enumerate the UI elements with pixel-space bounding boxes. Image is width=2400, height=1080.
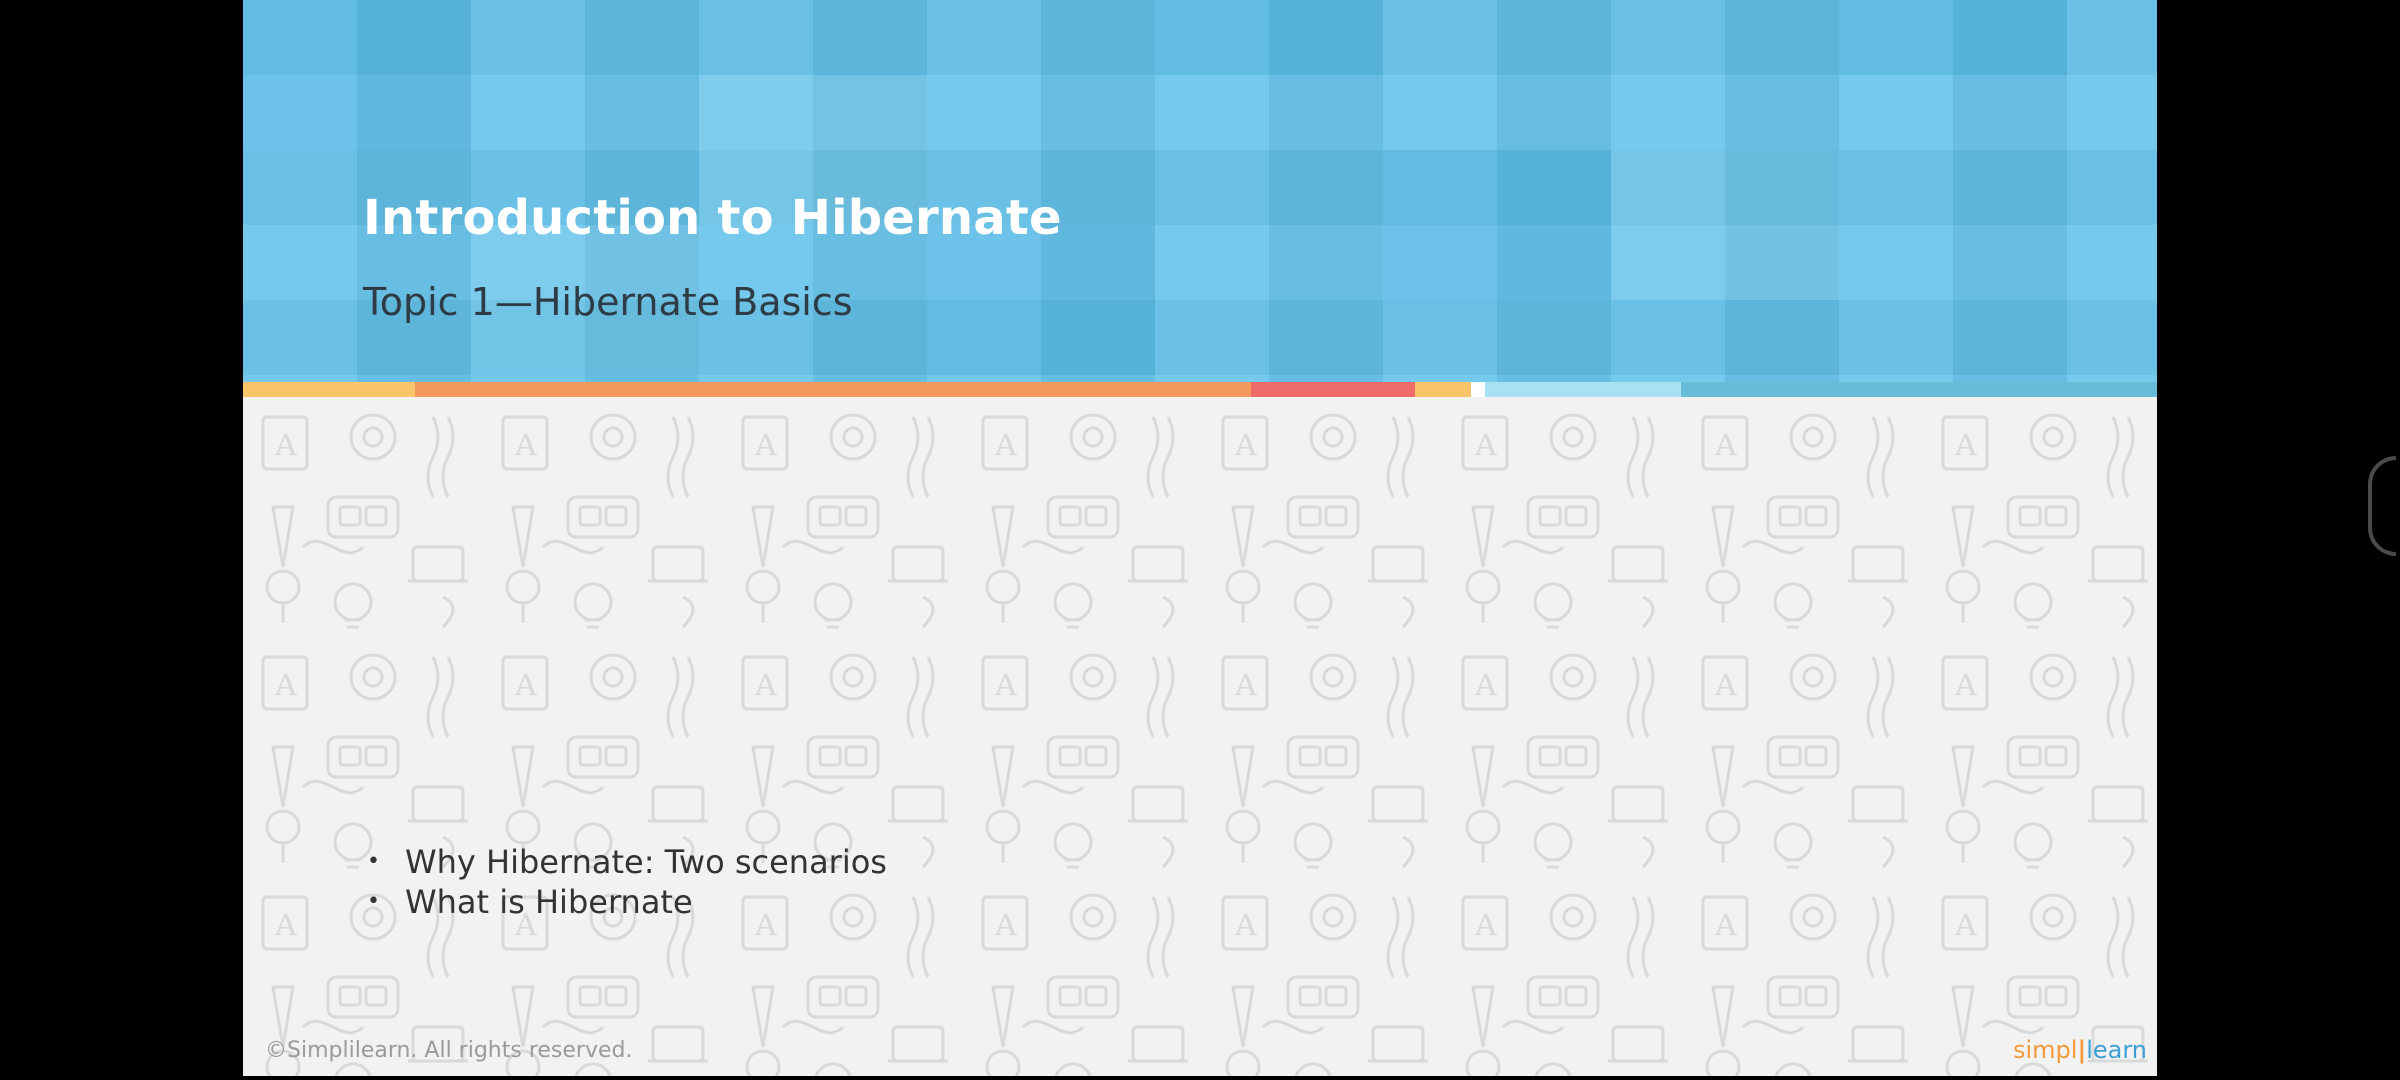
bullet-text: What is Hibernate <box>405 883 693 921</box>
list-item: • What is Hibernate <box>363 882 887 922</box>
slide-subtitle: Topic 1—Hibernate Basics <box>363 280 853 324</box>
slide-title: Introduction to Hibernate <box>363 190 1062 246</box>
simplilearn-logo: simpl|learn <box>2013 1036 2147 1064</box>
logo-separator: | <box>2077 1036 2087 1064</box>
bullet-glyph: • <box>367 849 380 874</box>
stripe-segment <box>1471 382 1485 397</box>
stripe-segment <box>1251 382 1415 397</box>
edge-swipe-handle-icon[interactable] <box>2368 456 2396 556</box>
topic-bullet-list: • Why Hibernate: Two scenarios • What is… <box>363 842 887 922</box>
bullet-text: Why Hibernate: Two scenarios <box>405 843 887 881</box>
stripe-segment <box>243 382 415 397</box>
logo-part-learn: learn <box>2086 1036 2148 1064</box>
bullet-glyph: • <box>367 889 380 914</box>
presentation-slide: Introduction to Hibernate Topic 1—Hibern… <box>243 0 2157 1076</box>
copyright-notice: ©Simplilearn. All rights reserved. <box>265 1038 633 1063</box>
stripe-segment <box>1415 382 1471 397</box>
stripe-segment <box>415 382 1251 397</box>
logo-part-simpl: simpl <box>2013 1036 2078 1064</box>
list-item: • Why Hibernate: Two scenarios <box>363 842 887 882</box>
doodle-pattern: A <box>243 397 2157 1076</box>
video-player-screen: Introduction to Hibernate Topic 1—Hibern… <box>0 0 2400 1080</box>
stripe-segment <box>1485 382 1681 397</box>
stripe-segment <box>1681 382 2157 397</box>
slide-body: A <box>243 397 2157 1076</box>
title-banner: Introduction to Hibernate Topic 1—Hibern… <box>243 0 2157 382</box>
